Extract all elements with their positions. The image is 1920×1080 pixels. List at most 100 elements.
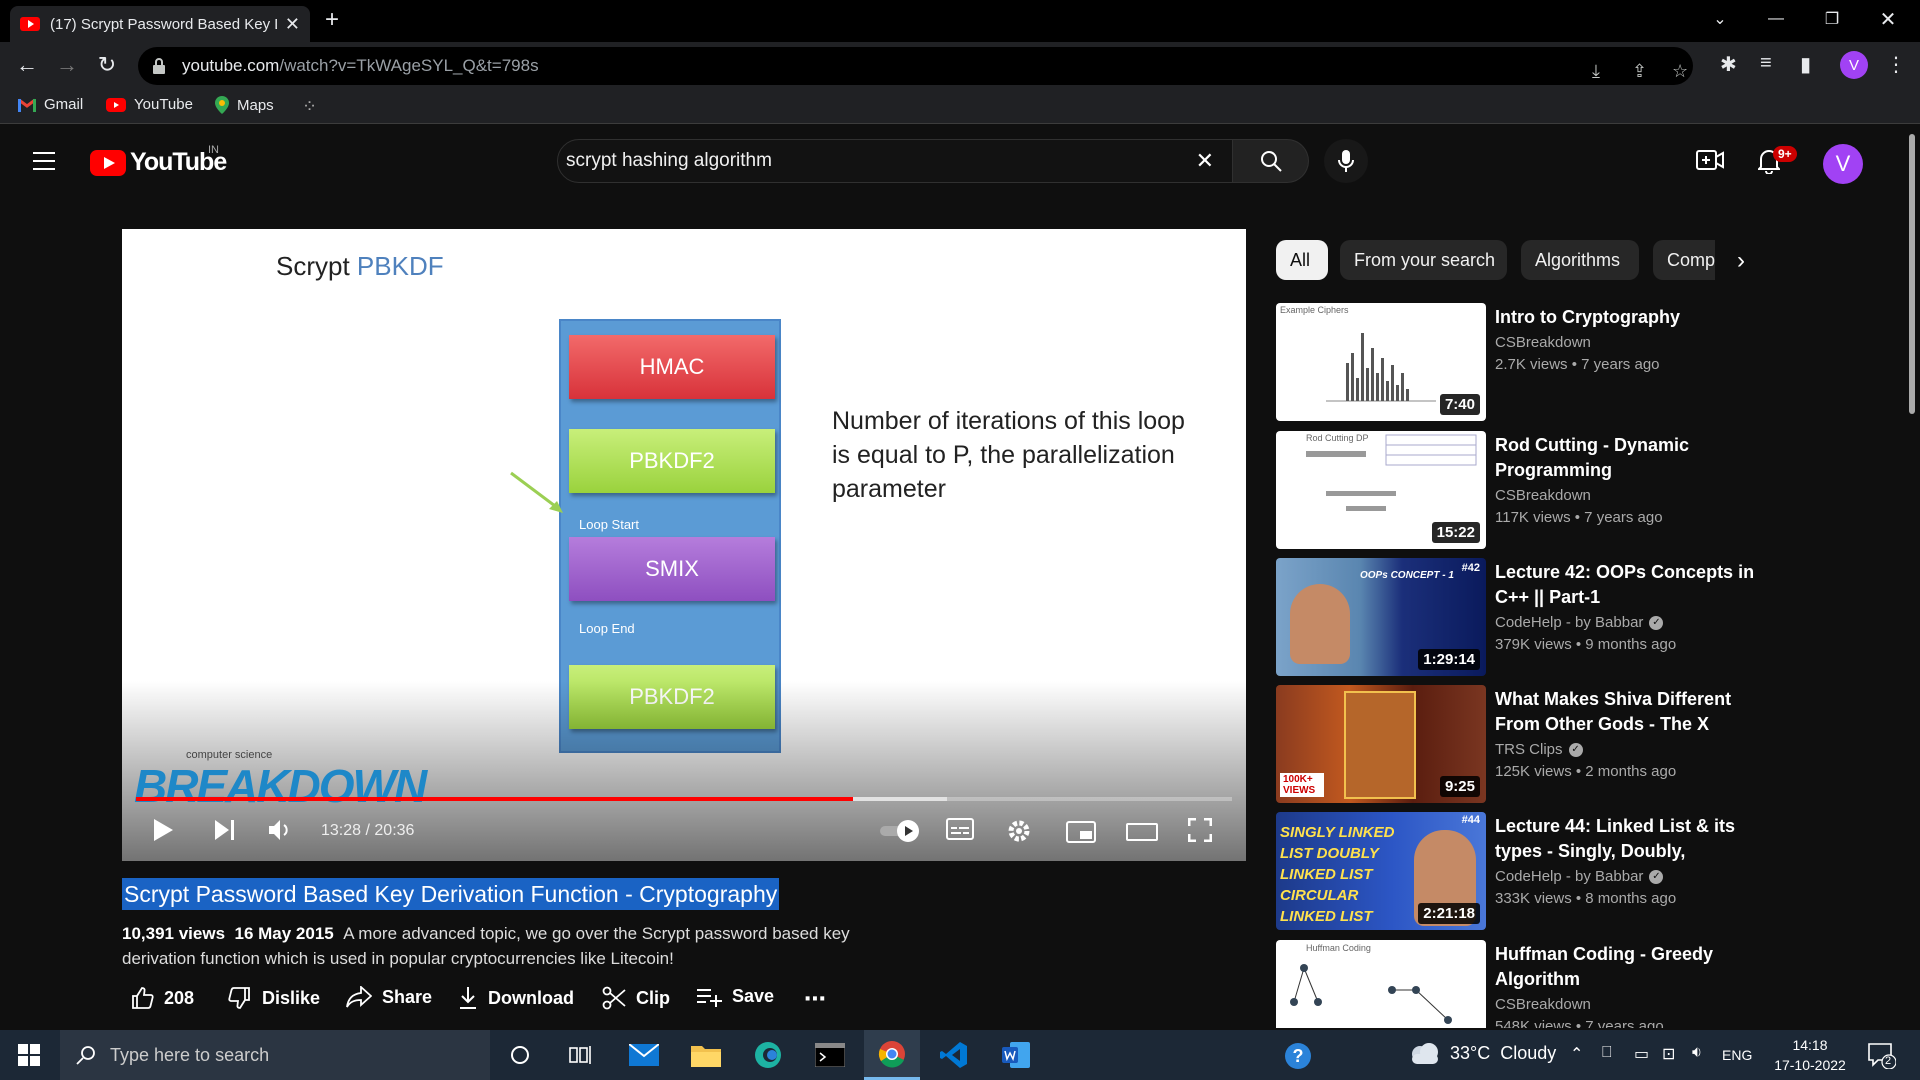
play-icon[interactable] [152,818,174,842]
terminal-app-icon[interactable] [802,1030,858,1080]
download-button[interactable]: Download [458,986,574,1010]
recommendation-channel[interactable]: CSBreakdown [1495,334,1591,351]
youtube-logo[interactable]: YouTube IN [90,144,227,177]
chip-from-your-search[interactable]: From your search [1340,240,1507,280]
file-explorer-icon[interactable] [678,1030,734,1080]
tray-display-icon[interactable]: ▭ [1634,1044,1649,1064]
video-thumbnail[interactable]: Example Ciphers 7:40 [1276,303,1486,421]
install-app-icon[interactable]: ⤓ [1592,61,1600,82]
share-page-icon[interactable]: ⇪ [1632,61,1647,82]
voice-search-button[interactable] [1324,139,1368,183]
clear-search-icon[interactable]: ✕ [1196,148,1214,174]
tray-chevron-up-icon[interactable]: ⌃ [1570,1044,1583,1064]
more-actions-icon[interactable]: ⋯ [804,986,826,1012]
side-panel-icon[interactable]: ▮ [1800,52,1811,77]
bookmark-gmail[interactable]: Gmail [18,96,83,113]
recommendation-item[interactable]: 100K+ VIEWS 9:25 What Makes Shiva Differ… [1276,685,1776,803]
tray-device-icon[interactable]: ⎕ [1602,1044,1612,1062]
create-video-icon[interactable] [1696,149,1724,171]
video-thumbnail[interactable]: 100K+ VIEWS 9:25 [1276,685,1486,803]
chips-next-chevron-icon[interactable]: › [1737,247,1745,275]
back-arrow-icon[interactable]: ← [12,52,42,78]
share-button[interactable]: Share [346,986,432,1008]
browser-tab[interactable]: (17) Scrypt Password Based Key Deri ✕ [10,6,310,42]
task-view-icon[interactable] [552,1030,608,1080]
apps-grid-icon[interactable]: ⁘ [302,96,317,117]
tab-search-icon[interactable]: ⌄ [1692,0,1748,38]
recommendation-channel[interactable]: CodeHelp - by Babbar ✓ [1495,614,1664,631]
chip-algorithms[interactable]: Algorithms [1521,240,1639,280]
browser-menu-icon[interactable]: ⋮ [1886,52,1906,77]
recommendation-item[interactable]: OOPs CONCEPT - 1 #42 1:29:14 Lecture 42:… [1276,558,1776,676]
notification-center-icon[interactable] [1868,1043,1896,1069]
recommendation-title[interactable]: Rod Cutting - Dynamic Programming [1495,433,1760,483]
tray-language[interactable]: ENG [1722,1047,1752,1063]
recommendation-title[interactable]: What Makes Shiva Different From Other Go… [1495,687,1760,737]
close-window-button[interactable]: ✕ [1860,0,1916,38]
recommendation-item[interactable]: SINGLY LINKED LIST DOUBLY LINKED LIST CI… [1276,812,1776,930]
chip-comp[interactable]: Comp [1653,240,1715,280]
clip-button[interactable]: Clip [602,986,670,1010]
recommendation-item[interactable]: Rod Cutting DP 15:22 Rod Cutting - Dynam… [1276,431,1776,549]
recommendation-channel[interactable]: CSBreakdown [1495,487,1591,504]
new-tab-button[interactable]: + [325,6,339,34]
tray-network-icon[interactable]: ⊡ [1662,1044,1675,1064]
video-thumbnail[interactable]: Huffman Coding [1276,940,1486,1028]
recommendation-title[interactable]: Huffman Coding - Greedy Algorithm [1495,942,1760,992]
bookmark-star-icon[interactable]: ☆ [1672,61,1688,82]
progress-bar[interactable] [136,797,1232,801]
video-thumbnail[interactable]: OOPs CONCEPT - 1 #42 1:29:14 [1276,558,1486,676]
like-button[interactable]: 208 [130,986,194,1010]
tray-volume-icon[interactable]: 🔉︎ [1692,1044,1702,1062]
windows-start-icon[interactable] [18,1044,40,1066]
restore-button[interactable]: ❐ [1804,0,1860,38]
tab-close-icon[interactable]: ✕ [285,14,300,35]
weather-widget[interactable]: 33°C Cloudy [1408,1042,1556,1064]
search-input[interactable]: scrypt hashing algorithm [566,150,1196,172]
bookmark-maps[interactable]: Maps [215,96,274,114]
subtitles-icon[interactable] [946,818,974,840]
settings-gear-icon[interactable] [1006,818,1032,844]
mail-app-icon[interactable] [616,1030,672,1080]
vscode-app-icon[interactable] [926,1030,982,1080]
recommendation-title[interactable]: Lecture 44: Linked List & its types - Si… [1495,814,1760,864]
media-queue-icon[interactable]: ≡ [1760,52,1772,75]
reload-icon[interactable]: ↻ [92,52,122,78]
video-thumbnail[interactable]: Rod Cutting DP 15:22 [1276,431,1486,549]
dislike-button[interactable]: Dislike [228,986,320,1010]
next-video-icon[interactable] [214,818,236,842]
forward-arrow-icon[interactable]: → [52,52,82,78]
taskbar-clock[interactable]: 14:18 17-10-2022 [1760,1035,1860,1075]
page-scrollbar[interactable] [1904,124,1920,1030]
recommendation-channel[interactable]: CodeHelp - by Babbar ✓ [1495,868,1664,885]
minimize-button[interactable]: — [1748,0,1804,38]
recommendation-item[interactable]: Example Ciphers 7:40 Intro to Cryptograp… [1276,303,1776,421]
search-button[interactable] [1233,139,1309,183]
chrome-app-icon[interactable] [864,1030,920,1080]
volume-icon[interactable] [268,818,294,842]
recommendation-channel[interactable]: CSBreakdown [1495,996,1591,1013]
bookmark-youtube[interactable]: YouTube [106,96,193,113]
edge-browser-icon[interactable] [740,1030,796,1080]
fullscreen-icon[interactable] [1188,818,1212,842]
video-thumbnail[interactable]: SINGLY LINKED LIST DOUBLY LINKED LIST CI… [1276,812,1486,930]
address-bar[interactable]: youtube.com/watch?v=TkWAgeSYL_Q&t=798s ⤓… [138,47,1693,85]
video-player[interactable]: Scrypt PBKDF HMAC PBKDF2 Loop Start SMIX… [122,229,1246,861]
word-app-icon[interactable] [988,1030,1044,1080]
chip-all[interactable]: All [1276,240,1328,280]
search-box[interactable]: scrypt hashing algorithm ✕ [557,139,1233,183]
recommendation-item[interactable]: Huffman Coding Huffman Coding - Greedy A… [1276,940,1776,1028]
hamburger-menu-icon[interactable] [33,152,55,170]
cortana-icon[interactable] [492,1030,548,1080]
extensions-puzzle-icon[interactable]: ✱ [1720,52,1737,77]
help-icon[interactable]: ? [1284,1042,1312,1070]
miniplayer-icon[interactable] [1066,821,1096,843]
browser-profile-avatar[interactable]: V [1840,51,1868,79]
theater-mode-icon[interactable] [1126,821,1158,843]
autoplay-toggle[interactable] [878,819,922,843]
taskbar-search[interactable]: Type here to search [60,1030,490,1080]
recommendation-title[interactable]: Intro to Cryptography [1495,305,1760,330]
recommendation-title[interactable]: Lecture 42: OOPs Concepts in C++ || Part… [1495,560,1760,610]
scrollbar-thumb[interactable] [1909,134,1915,414]
recommendation-channel[interactable]: TRS Clips ✓ [1495,741,1583,758]
